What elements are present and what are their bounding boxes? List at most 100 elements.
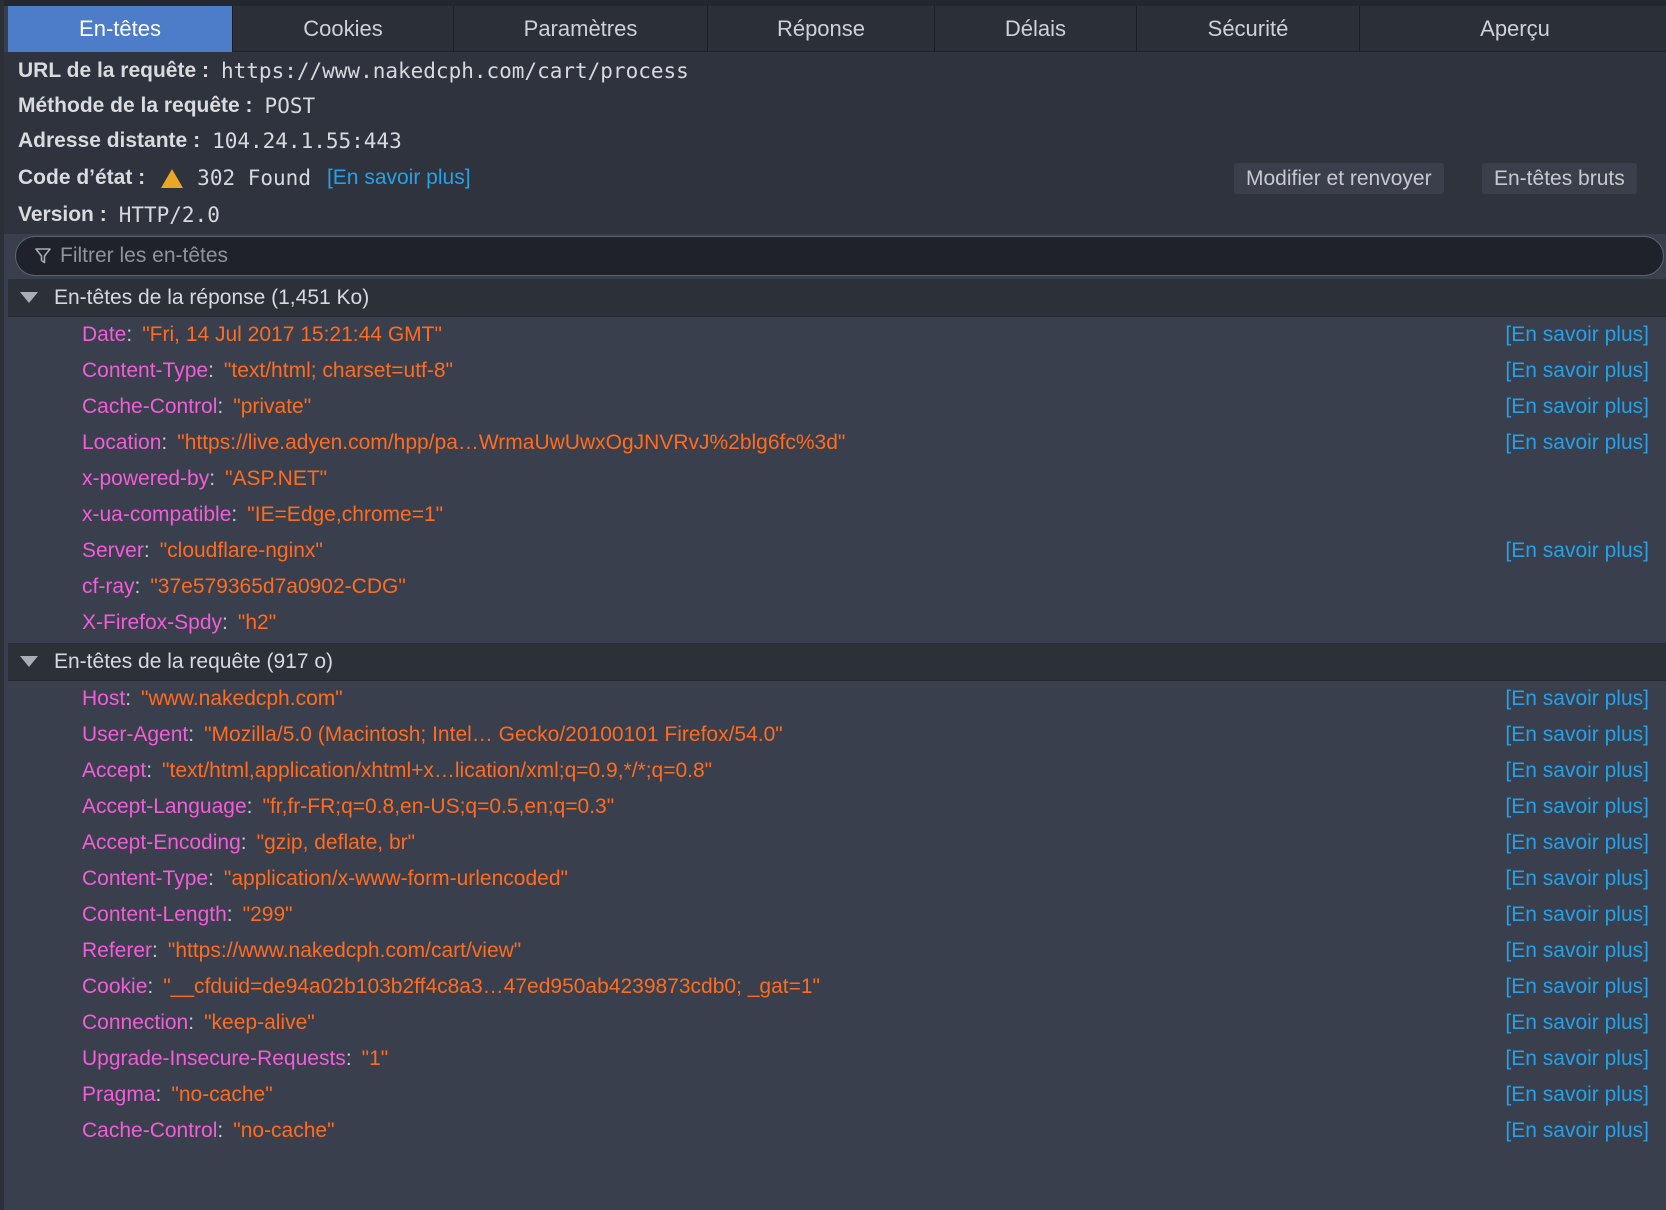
remote-address-row: Adresse distante : 104.24.1.55:443 (18, 123, 402, 159)
header-name: Upgrade-Insecure-Requests (82, 1047, 346, 1070)
filter-headers-input[interactable] (60, 244, 1620, 268)
learn-more-link[interactable]: [En savoir plus] (1505, 723, 1649, 747)
learn-more-link[interactable]: [En savoir plus] (1505, 359, 1649, 383)
response-headers-section-toggle[interactable]: En-têtes de la réponse (1,451 Ko) (8, 279, 1666, 317)
learn-more-link[interactable]: [En savoir plus] (1505, 431, 1649, 455)
header-name: Cache-Control (82, 395, 218, 418)
tab-timings[interactable]: Délais (935, 6, 1137, 52)
header-value: "Fri, 14 Jul 2017 15:21:44 GMT" (142, 323, 442, 346)
header-value: "no-cache" (233, 1119, 335, 1142)
warning-icon (161, 168, 184, 188)
header-name: Host (82, 687, 126, 710)
status-label: Code d’état : (18, 166, 146, 189)
header-value: "ASP.NET" (225, 467, 328, 490)
status-learn-more-link[interactable]: [En savoir plus] (327, 166, 471, 190)
header-row: Content-Type: "application/x-www-form-url… (82, 861, 1662, 897)
learn-more-link[interactable]: [En savoir plus] (1505, 831, 1649, 855)
header-name: Content-Length (82, 903, 227, 926)
header-name: User-Agent (82, 723, 189, 746)
tab-headers[interactable]: En-têtes (8, 6, 233, 52)
headers-panel: En-têtes Cookies Paramètres Réponse Déla… (0, 0, 1666, 1210)
header-value: "keep-alive" (204, 1011, 315, 1034)
remote-address-value: 104.24.1.55:443 (212, 129, 402, 153)
header-row: Pragma: "no-cache" [En savoir plus] (82, 1077, 1662, 1113)
header-separator: : (147, 975, 154, 998)
header-row: Server: "cloudflare-nginx" [En savoir plus… (82, 533, 1662, 569)
header-separator: : (231, 503, 238, 526)
learn-more-link[interactable]: [En savoir plus] (1505, 1047, 1649, 1071)
header-name: Server (82, 539, 144, 562)
tab-parameters[interactable]: Paramètres (454, 6, 708, 52)
header-separator: : (125, 687, 132, 710)
header-separator: : (226, 903, 233, 926)
version-label: Version : (18, 203, 107, 226)
header-name: cf-ray (82, 575, 135, 598)
remote-address-label: Adresse distante : (18, 129, 201, 152)
header-separator: : (152, 939, 158, 962)
header-separator: : (161, 431, 168, 454)
header-name: Location (82, 431, 162, 454)
header-name: Accept (82, 759, 147, 782)
tab-response[interactable]: Réponse (708, 6, 935, 52)
header-row: Location: "https://live.adyen.com/hpp/pa…… (82, 425, 1662, 461)
version-row: Version : HTTP/2.0 (18, 197, 220, 233)
header-row: Date: "Fri, 14 Jul 2017 15:21:44 GMT" [En … (82, 317, 1662, 353)
header-name: Referer (82, 939, 153, 962)
learn-more-link[interactable]: [En savoir plus] (1505, 1011, 1649, 1035)
status-row: Code d’état : 302 Found [En savoir plus] (18, 160, 471, 196)
header-value: "1" (361, 1047, 389, 1070)
tab-security[interactable]: Sécurité (1137, 6, 1360, 52)
header-separator: : (345, 1047, 352, 1070)
filter-icon (34, 247, 52, 265)
header-row: Accept-Encoding: "gzip, deflate, br" [En s… (82, 825, 1662, 861)
url-row: URL de la requête : https://www.nakedcph… (18, 53, 689, 89)
learn-more-link[interactable]: [En savoir plus] (1505, 795, 1649, 819)
header-separator: : (146, 759, 153, 782)
learn-more-link[interactable]: [En savoir plus] (1505, 975, 1649, 999)
url-label: URL de la requête : (18, 59, 209, 82)
header-separator: : (188, 1011, 195, 1034)
header-name: Connection (82, 1011, 189, 1034)
header-row: Accept-Language: "fr,fr-FR;q=0.8,en-US;q=… (82, 789, 1662, 825)
raw-headers-button[interactable]: En-têtes bruts (1482, 163, 1637, 194)
version-value: HTTP/2.0 (118, 203, 220, 227)
header-row: x-ua-compatible: "IE=Edge,chrome=1" (82, 497, 1662, 533)
tab-cookies[interactable]: Cookies (233, 6, 454, 52)
header-value: "https://www.nakedcph.com/cart/view" (167, 939, 522, 962)
header-value: "IE=Edge,chrome=1" (247, 503, 444, 526)
learn-more-link[interactable]: [En savoir plus] (1505, 903, 1649, 927)
tab-preview[interactable]: Aperçu (1360, 6, 1666, 52)
header-row: Cookie: "__cfduid=de94a02b103b2ff4c8a3…47… (82, 969, 1662, 1005)
learn-more-link[interactable]: [En savoir plus] (1505, 867, 1649, 891)
filter-bar (15, 236, 1664, 276)
header-value: "Mozilla/5.0 (Macintosh; Intel… Gecko/20… (204, 723, 783, 746)
url-value: https://www.nakedcph.com/cart/process (221, 59, 689, 83)
header-value: "text/html,application/xhtml+x…lication/… (162, 759, 713, 782)
header-value: "private" (233, 395, 312, 418)
learn-more-link[interactable]: [En savoir plus] (1505, 939, 1649, 963)
learn-more-link[interactable]: [En savoir plus] (1505, 539, 1649, 563)
edit-resend-button[interactable]: Modifier et renvoyer (1234, 163, 1444, 194)
learn-more-link[interactable]: [En savoir plus] (1505, 1119, 1649, 1143)
status-value: 302 Found (197, 166, 311, 190)
header-name: Accept-Encoding (82, 831, 241, 854)
header-row: Referer: "https://www.nakedcph.com/cart/v… (82, 933, 1662, 969)
header-row: x-powered-by: "ASP.NET" (82, 461, 1662, 497)
response-headers-title: En-têtes de la réponse (1,451 Ko) (54, 285, 370, 309)
header-separator: : (217, 395, 224, 418)
header-value: "application/x-www-form-urlencoded" (223, 867, 568, 890)
header-name: Date (82, 323, 127, 346)
header-row: Cache-Control: "private" [En savoir plus] (82, 389, 1662, 425)
learn-more-link[interactable]: [En savoir plus] (1505, 687, 1649, 711)
learn-more-link[interactable]: [En savoir plus] (1505, 323, 1649, 347)
learn-more-link[interactable]: [En savoir plus] (1505, 759, 1649, 783)
header-value: "h2" (237, 611, 277, 634)
header-value: "299" (242, 903, 293, 926)
header-separator: : (222, 611, 228, 634)
header-value: "gzip, deflate, br" (256, 831, 416, 854)
request-headers-section-toggle[interactable]: En-têtes de la requête (917 o) (8, 643, 1666, 681)
header-separator: : (208, 359, 214, 382)
header-name: x-ua-compatible (82, 503, 232, 526)
learn-more-link[interactable]: [En savoir plus] (1505, 1083, 1649, 1107)
learn-more-link[interactable]: [En savoir plus] (1505, 395, 1649, 419)
